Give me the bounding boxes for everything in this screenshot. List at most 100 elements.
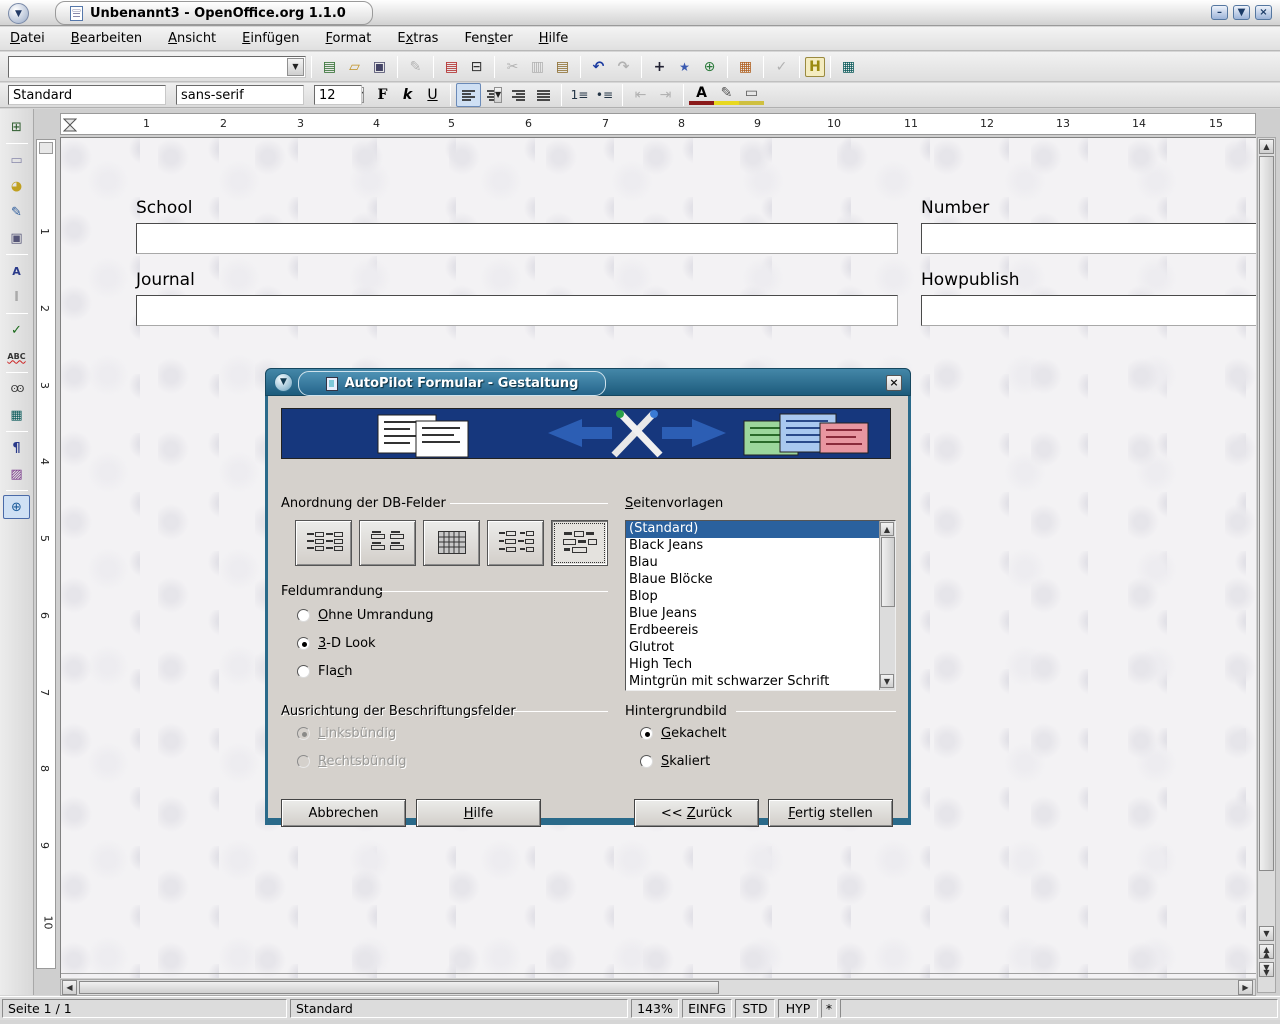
list-item[interactable]: Blop <box>626 589 895 606</box>
font-size-input[interactable] <box>315 86 493 104</box>
list-item[interactable]: Blue Jeans <box>626 606 895 623</box>
menu-format[interactable]: Format <box>326 31 372 46</box>
arrangement-rows-labels-left-button[interactable] <box>487 520 544 566</box>
edit-file-icon[interactable]: ✎ <box>403 55 428 79</box>
paragraph-style-input[interactable] <box>9 86 187 104</box>
form-functions-icon[interactable]: ▣ <box>3 226 30 250</box>
status-page-style[interactable]: Standard <box>290 999 628 1018</box>
align-right-button[interactable] <box>506 83 531 107</box>
list-item[interactable]: Blaue Blöcke <box>626 572 895 589</box>
help-button[interactable]: Hilfe <box>416 799 541 827</box>
arrangement-free-button[interactable] <box>551 520 608 566</box>
menu-bearbeiten[interactable]: Bearbeiten <box>71 31 142 46</box>
font-color-button[interactable]: A <box>689 85 714 105</box>
navigator-icon[interactable]: H <box>805 57 825 77</box>
paragraph-style-combobox[interactable]: ▼ <box>8 85 166 105</box>
list-item[interactable]: Mintgrün mit schwarzer Schrift <box>626 674 895 691</box>
menu-einfuegen[interactable]: Einfügen <box>242 31 299 46</box>
page-styles-listbox[interactable]: (Standard) Black Jeans Blau Blaue Blöcke… <box>625 520 896 691</box>
dialog-titlebar[interactable]: ▼ AutoPilot Formular - Gestaltung × <box>265 368 911 396</box>
scroll-down-icon[interactable]: ▼ <box>1259 926 1274 941</box>
status-selection-mode[interactable]: STD <box>735 999 775 1018</box>
insert-object-icon[interactable]: + <box>647 55 672 79</box>
dialog-close-icon[interactable]: × <box>886 375 902 391</box>
window-title-tab[interactable]: Unbenannt3 - OpenOffice.org 1.1.0 <box>55 1 373 25</box>
draw-functions-icon[interactable]: ✎ <box>3 200 30 224</box>
dialog-menu-button[interactable]: ▼ <box>274 373 293 392</box>
arrangement-columns-labels-left-button[interactable] <box>295 520 352 566</box>
listbox-scroll-thumb[interactable] <box>881 537 895 607</box>
scroll-up-icon[interactable]: ▲ <box>1259 139 1274 154</box>
nonprinting-characters-icon[interactable]: ¶ <box>3 436 30 460</box>
status-insert-mode[interactable]: EINFG <box>682 999 732 1018</box>
open-file-icon[interactable]: ▱ <box>342 55 367 79</box>
school-field[interactable] <box>136 223 898 254</box>
minimize-button[interactable]: – <box>1211 5 1228 20</box>
menu-fenster[interactable]: Fenster <box>464 31 512 46</box>
back-button[interactable]: << Zurück <box>634 799 759 827</box>
numbered-list-button[interactable]: 1≡ <box>567 83 592 107</box>
listbox-scroll-up-icon[interactable]: ▲ <box>880 522 894 536</box>
autotext-icon[interactable]: A <box>3 259 30 283</box>
size-dropdown-button[interactable]: ▼ <box>494 87 502 103</box>
status-zoom[interactable]: 143% <box>631 999 679 1018</box>
save-document-icon[interactable]: ▣ <box>367 55 392 79</box>
new-document-icon[interactable]: ▤ <box>317 55 342 79</box>
journal-field[interactable] <box>136 295 898 326</box>
listbox-scrollbar[interactable]: ▲ ▼ <box>879 521 895 690</box>
list-item[interactable]: (Standard) <box>626 521 895 538</box>
scroll-left-icon[interactable]: ◀ <box>62 980 77 995</box>
menu-ansicht[interactable]: Ansicht <box>168 31 216 46</box>
list-item[interactable]: Black Jeans <box>626 538 895 555</box>
scroll-right-icon[interactable]: ▶ <box>1238 980 1253 995</box>
spellcheck-icon[interactable]: ✓ <box>3 318 30 342</box>
next-page-icon[interactable]: ▼▼ <box>1259 962 1274 977</box>
data-sources-icon[interactable]: ▦ <box>836 55 861 79</box>
horizontal-scrollbar[interactable]: ◀ ▶ <box>60 979 1256 996</box>
list-item[interactable]: Erdbeereis <box>626 623 895 640</box>
listbox-scroll-down-icon[interactable]: ▼ <box>880 674 894 688</box>
vertical-scrollbar[interactable]: ▲ ▼ ▲▲ ▼▼ <box>1257 137 1276 993</box>
decrease-indent-button[interactable]: ⇤ <box>628 83 653 107</box>
vertical-scroll-thumb[interactable] <box>1259 156 1274 871</box>
list-item[interactable]: High Tech <box>626 657 895 674</box>
gallery-icon[interactable]: ▦ <box>733 55 758 79</box>
window-menu-button[interactable]: ▼ <box>8 3 29 24</box>
highlighting-button[interactable]: ✎ <box>714 85 739 105</box>
horizontal-scroll-thumb[interactable] <box>79 981 719 994</box>
copy-icon[interactable]: ▥ <box>525 55 550 79</box>
direct-cursor-icon[interactable]: I <box>3 285 30 309</box>
find-replace-icon[interactable]: ʘʘ <box>3 377 30 401</box>
close-button[interactable]: × <box>1255 5 1272 20</box>
radio-ohne-umrandung[interactable]: Ohne Umrandung <box>297 608 434 623</box>
export-pdf-icon[interactable]: ▤ <box>439 55 464 79</box>
auto-spellcheck-icon[interactable]: ABC <box>3 344 30 368</box>
insert-frame-icon[interactable]: ▭ <box>3 148 30 172</box>
check-document-icon[interactable]: ✓ <box>769 55 794 79</box>
redo-icon[interactable]: ↷ <box>611 55 636 79</box>
radio-skaliert[interactable]: Skaliert <box>640 754 710 769</box>
cut-icon[interactable]: ✂ <box>500 55 525 79</box>
insert-table-icon[interactable]: ⊞ <box>3 115 30 139</box>
list-item[interactable]: Glutrot <box>626 640 895 657</box>
previous-page-icon[interactable]: ▲▲ <box>1259 944 1274 959</box>
online-layout-icon[interactable]: ⊕ <box>3 495 30 519</box>
list-item[interactable]: Blau <box>626 555 895 572</box>
undo-icon[interactable]: ↶ <box>586 55 611 79</box>
menu-extras[interactable]: Extras <box>397 31 438 46</box>
radio-3d-look[interactable]: 3-D Look <box>297 636 376 651</box>
indent-markers[interactable] <box>63 118 79 135</box>
font-name-combobox[interactable]: ▼ <box>176 85 304 105</box>
finish-button[interactable]: Fertig stellen <box>768 799 893 827</box>
paste-icon[interactable]: ▤ <box>550 55 575 79</box>
increase-indent-button[interactable]: ⇥ <box>653 83 678 107</box>
hyperlink-dialog-icon[interactable]: ★ <box>672 55 697 79</box>
howpublish-field[interactable] <box>921 295 1256 326</box>
graphics-on-off-icon[interactable]: ▨ <box>3 462 30 486</box>
load-url-icon[interactable]: ⊕ <box>697 55 722 79</box>
url-input[interactable] <box>9 57 286 77</box>
menu-datei[interactable]: Datei <box>10 31 45 46</box>
status-hyperlink-mode[interactable]: HYP <box>778 999 818 1018</box>
horizontal-ruler[interactable]: 1 2 3 4 5 6 7 8 9 10 11 12 13 14 15 <box>60 113 1256 135</box>
align-justify-button[interactable] <box>531 83 556 107</box>
